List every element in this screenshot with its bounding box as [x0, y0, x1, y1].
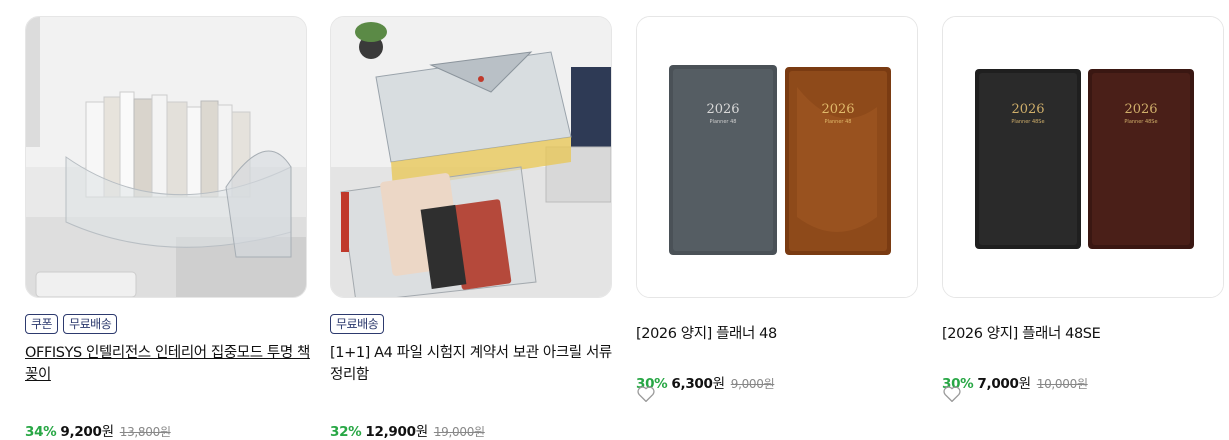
price-row: 34% 9,200원 13,800원 — [25, 420, 171, 440]
product-card: 2026 Planner 48Se 2026 Planner 48Se [202… — [942, 16, 1224, 403]
product-title[interactable]: OFFISYS 인텔리전스 인테리어 집중모드 투명 책꽂이 — [25, 342, 315, 386]
product-title[interactable]: [2026 양지] 플래너 48SE — [942, 323, 1229, 345]
price-row: 30% 6,300원 9,000원 — [636, 372, 775, 392]
sale-price: 12,900 — [365, 424, 416, 440]
product-image[interactable]: 2026 Planner 48Se 2026 Planner 48Se — [942, 16, 1224, 298]
cover-subtitle: Planner 48Se — [1011, 119, 1044, 125]
product-card: 쿠폰 무료배송 OFFISYS 인텔리전스 인테리어 집중모드 투명 책꽂이 3… — [25, 16, 310, 440]
product-title[interactable]: [2026 양지] 플래너 48 — [636, 323, 926, 345]
sale-price: 6,300 — [671, 376, 713, 392]
planner-photo: 2026 Planner 48Se 2026 Planner 48Se — [943, 17, 1223, 297]
price-row: 32% 12,900원 19,000원 — [330, 420, 485, 440]
discount-rate: 32% — [330, 424, 362, 440]
product-image[interactable] — [330, 16, 612, 298]
currency: 원 — [1018, 376, 1031, 392]
original-price: 10,000원 — [1036, 377, 1088, 391]
file-box-photo — [331, 17, 611, 297]
product-grid: 쿠폰 무료배송 OFFISYS 인텔리전스 인테리어 집중모드 투명 책꽂이 3… — [0, 0, 1229, 440]
price-row: 30% 7,000원 10,000원 — [942, 372, 1088, 392]
discount-rate: 34% — [25, 424, 57, 440]
product-image[interactable]: 2026 Planner 48 2026 Planner 48 — [636, 16, 918, 298]
sale-price: 9,200 — [60, 424, 102, 440]
cover-subtitle: Planner 48 — [825, 119, 852, 125]
badge-row: 쿠폰 무료배송 — [25, 314, 118, 334]
free-shipping-badge: 무료배송 — [63, 314, 118, 334]
product-card: 무료배송 [1+1] A4 파일 시험지 계약서 보관 아크릴 서류 정리함 3… — [330, 16, 612, 440]
coupon-badge: 쿠폰 — [25, 314, 59, 334]
heart-outline-icon[interactable] — [942, 385, 962, 403]
cover-subtitle: Planner 48 — [710, 119, 737, 125]
planner-photo: 2026 Planner 48 2026 Planner 48 — [637, 17, 917, 297]
currency: 원 — [415, 424, 428, 440]
cover-year: 2026 — [1124, 102, 1157, 117]
product-title[interactable]: [1+1] A4 파일 시험지 계약서 보관 아크릴 서류 정리함 — [330, 342, 620, 386]
cover-year: 2026 — [706, 102, 739, 117]
cover-year: 2026 — [1011, 102, 1044, 117]
original-price: 9,000원 — [730, 377, 775, 391]
heart-outline-icon[interactable] — [636, 385, 656, 403]
product-card: 2026 Planner 48 2026 Planner 48 [2026 양지… — [636, 16, 918, 403]
product-image[interactable] — [25, 16, 307, 298]
cover-year: 2026 — [821, 102, 854, 117]
original-price: 19,000원 — [433, 425, 485, 439]
bookshelf-photo — [26, 17, 306, 297]
badge-row: 무료배송 — [330, 314, 385, 334]
cover-subtitle: Planner 48Se — [1124, 119, 1157, 125]
free-shipping-badge: 무료배송 — [330, 314, 385, 334]
currency: 원 — [712, 376, 725, 392]
sale-price: 7,000 — [977, 376, 1019, 392]
currency: 원 — [101, 424, 114, 440]
original-price: 13,800원 — [119, 425, 171, 439]
